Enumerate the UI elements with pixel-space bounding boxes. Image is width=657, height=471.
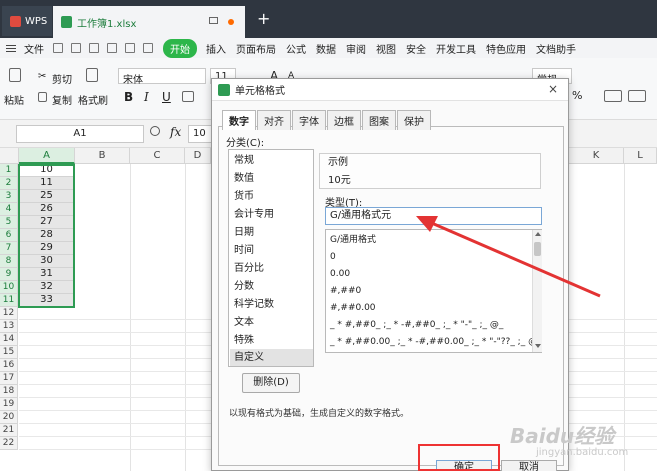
baidu-watermark: Baidu经验 xyxy=(510,424,615,448)
baidu-watermark-url: jingyan.baidu.com xyxy=(536,447,629,458)
annotation-arrow-icon xyxy=(416,216,601,298)
